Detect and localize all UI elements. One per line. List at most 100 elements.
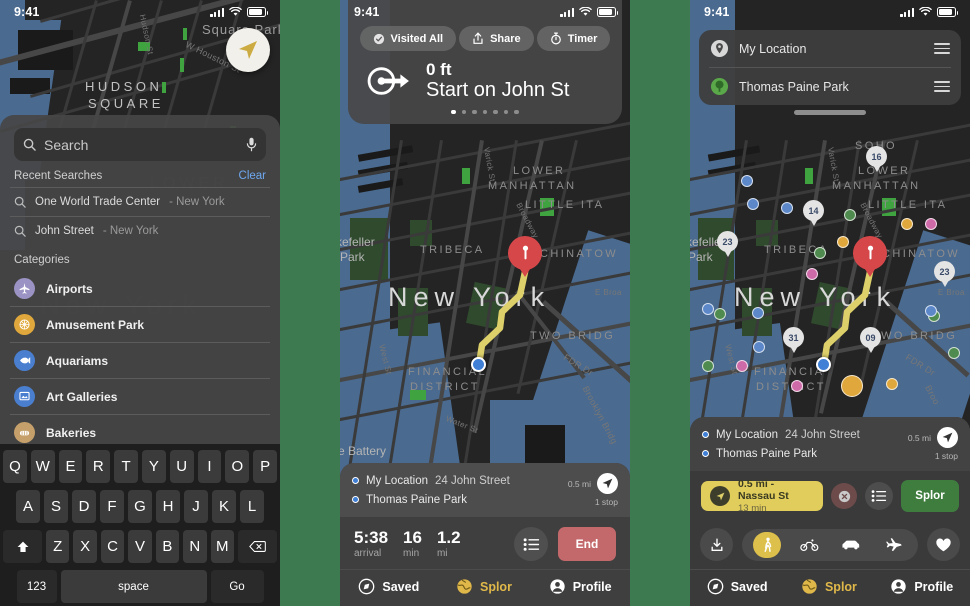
category-item-aquariams[interactable]: Aquariams (0, 343, 280, 378)
key-i[interactable]: I (197, 450, 222, 483)
mode-bicycle[interactable] (795, 532, 823, 558)
numbered-marker-23b[interactable]: 23 (934, 261, 955, 282)
steps-list-button[interactable] (865, 482, 893, 510)
recent-search-name: One World Trade Center (35, 196, 161, 208)
key-s[interactable]: S (44, 490, 68, 523)
timer-button[interactable]: Timer (536, 26, 611, 51)
tab-profile[interactable]: Profile (890, 578, 953, 595)
numbered-marker-09[interactable]: 09 (860, 327, 881, 348)
key-h[interactable]: H (156, 490, 180, 523)
space-key[interactable]: space (60, 570, 207, 603)
tab-label: Profile (914, 579, 954, 594)
page-dot[interactable] (514, 109, 519, 115)
page-dot[interactable] (503, 109, 509, 115)
key-g[interactable]: G (128, 490, 152, 523)
destination-pin[interactable] (853, 236, 887, 270)
recenter-navigation-button[interactable] (226, 28, 270, 72)
sheet-grabber[interactable] (794, 110, 866, 115)
key-l[interactable]: L (240, 490, 264, 523)
drag-handle-icon[interactable] (934, 81, 950, 92)
visited-all-button[interactable]: Visited All (359, 26, 457, 51)
route-destination-row: Thomas Paine Park (352, 490, 568, 509)
numbered-marker-16[interactable]: 16 (866, 146, 887, 167)
tab-splor[interactable]: Splor (456, 578, 512, 595)
tree-icon (710, 77, 729, 96)
download-icon (709, 537, 725, 553)
destination-pin[interactable] (508, 236, 542, 270)
key-x[interactable]: X (73, 530, 97, 563)
key-b[interactable]: B (155, 530, 180, 563)
recenter-button[interactable] (937, 427, 958, 448)
mode-walk[interactable] (753, 531, 781, 558)
key-r[interactable]: R (86, 450, 111, 483)
recenter-button[interactable] (597, 473, 618, 494)
category-item-airports[interactable]: Airports (0, 271, 280, 306)
recent-search-item[interactable]: John Street - New York (0, 217, 280, 245)
key-f[interactable]: F (100, 490, 124, 523)
key-p[interactable]: P (253, 450, 277, 483)
key-k[interactable]: K (212, 490, 236, 523)
backspace-key[interactable] (237, 530, 278, 563)
destination-row-my-location[interactable]: My Location (699, 30, 961, 67)
route-suggestion-card[interactable]: 0.5 mi - Nassau St 13 min (701, 478, 823, 514)
step-page-dots[interactable] (348, 109, 622, 115)
mode-car[interactable] (837, 532, 865, 558)
splor-action-button[interactable]: Splor (901, 480, 959, 512)
page-dot[interactable] (493, 109, 498, 115)
share-button[interactable]: Share (459, 26, 534, 51)
tab-profile[interactable]: Profile (549, 578, 612, 595)
page-dot[interactable] (461, 109, 467, 115)
end-navigation-button[interactable]: End (558, 527, 616, 561)
key-d[interactable]: D (72, 490, 96, 523)
tab-saved[interactable]: Saved (707, 578, 768, 595)
key-m[interactable]: M (210, 530, 234, 563)
mode-airplane[interactable] (879, 532, 907, 558)
key-a[interactable]: A (16, 490, 40, 523)
tab-saved[interactable]: Saved (358, 578, 419, 595)
dismiss-suggestion-button[interactable] (831, 483, 857, 509)
transport-mode-selector[interactable] (742, 528, 918, 561)
person-icon (890, 578, 907, 595)
page-dot[interactable] (451, 109, 456, 115)
tab-splor[interactable]: Splor (801, 578, 857, 595)
on-screen-keyboard[interactable]: Q W E R T Y U I O P A S D F G H J K L Z … (0, 444, 280, 606)
key-n[interactable]: N (183, 530, 207, 563)
go-key[interactable]: Go (210, 570, 264, 603)
key-v[interactable]: V (128, 530, 152, 563)
key-c[interactable]: C (100, 530, 125, 563)
route-distance: 0.5 mi (567, 478, 591, 489)
numbered-marker-14[interactable]: 14 (803, 200, 824, 221)
clear-recent-searches-button[interactable]: Clear (239, 170, 266, 182)
key-y[interactable]: Y (142, 450, 166, 483)
category-item-amusement-park[interactable]: Amusement Park (0, 307, 280, 342)
route-summary-bar[interactable]: My Location 24 John Street Thomas Paine … (340, 463, 630, 517)
numbered-marker-23a[interactable]: 23 (717, 231, 738, 252)
wifi-icon (579, 7, 592, 17)
screenshot-stage: Hudson St W Houston St Square Park HUDSO… (0, 0, 970, 606)
numbered-marker-31[interactable]: 31 (783, 327, 804, 348)
shift-key[interactable] (3, 530, 43, 563)
key-j[interactable]: J (184, 490, 208, 523)
download-offline-button[interactable] (700, 528, 733, 561)
steps-list-button[interactable] (514, 527, 548, 561)
key-t[interactable]: T (114, 450, 138, 483)
key-w[interactable]: W (30, 450, 55, 483)
key-o[interactable]: O (225, 450, 250, 483)
route-summary-bar[interactable]: My Location 24 John Street Thomas Paine … (690, 417, 970, 471)
key-q[interactable]: Q (3, 450, 27, 483)
favorite-button[interactable] (927, 528, 960, 561)
destination-row-thomas-paine-park[interactable]: Thomas Paine Park (699, 68, 961, 105)
microphone-icon[interactable] (246, 137, 257, 152)
key-e[interactable]: E (58, 450, 83, 483)
page-dot[interactable] (482, 109, 488, 115)
drag-handle-icon[interactable] (934, 43, 950, 54)
category-item-art-galleries[interactable]: Art Galleries (0, 379, 280, 414)
map-label-neighborhood: SQUARE (88, 96, 164, 111)
turn-instruction-row[interactable]: 0 ft Start on John St (348, 61, 622, 102)
recent-search-item[interactable]: One World Trade Center - New York (0, 188, 280, 216)
search-input[interactable]: Search (14, 128, 266, 161)
key-z[interactable]: Z (46, 530, 70, 563)
page-dot[interactable] (472, 109, 477, 115)
key-u[interactable]: U (169, 450, 194, 483)
numeric-key[interactable]: 123 (16, 570, 57, 603)
